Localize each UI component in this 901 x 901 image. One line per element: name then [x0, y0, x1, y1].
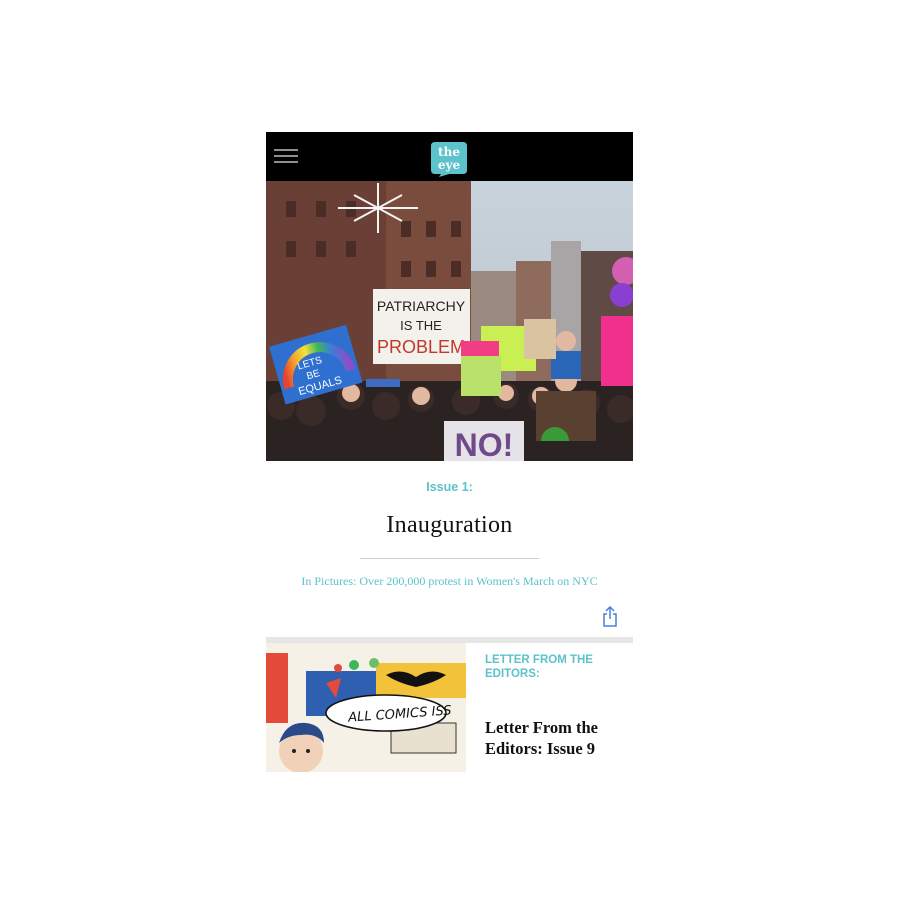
svg-text:eye: eye: [438, 158, 461, 172]
issue-label: Issue 1:: [426, 480, 473, 494]
svg-text:IS THE: IS THE: [400, 318, 442, 333]
svg-text:NO!: NO!: [455, 427, 514, 461]
svg-text:PATRIARCHY: PATRIARCHY: [377, 298, 466, 314]
card-category: LETTER FROM THE EDITORS:: [485, 654, 593, 680]
svg-text:the: the: [438, 145, 460, 159]
comics-illustration: ALL COMICS ISS: [266, 643, 466, 772]
card-title[interactable]: Letter From the Editors: Issue 9: [485, 717, 625, 759]
hero-photo[interactable]: PATRIARCHY IS THE PROBLEM LETS BE EQUALS…: [266, 181, 633, 461]
article-card[interactable]: ALL COMICS ISS LETTER FROM THE EDITORS: …: [266, 643, 633, 772]
protest-photo: PATRIARCHY IS THE PROBLEM LETS BE EQUALS…: [266, 181, 633, 461]
title-divider: [360, 558, 539, 559]
the-eye-logo[interactable]: the eye: [429, 140, 469, 178]
hamburger-menu-icon[interactable]: [274, 149, 298, 167]
app-screen: the eye PATRIARCHY IS THE PROBLEM LETS B…: [266, 132, 633, 772]
top-bar: the eye: [266, 132, 633, 181]
svg-text:PROBLEM: PROBLEM: [377, 337, 465, 357]
share-icon[interactable]: [600, 606, 620, 628]
issue-title[interactable]: Inauguration: [266, 512, 633, 539]
card-thumbnail: ALL COMICS ISS: [266, 643, 466, 772]
article-link[interactable]: In Pictures: Over 200,000 protest in Wom…: [266, 574, 633, 589]
